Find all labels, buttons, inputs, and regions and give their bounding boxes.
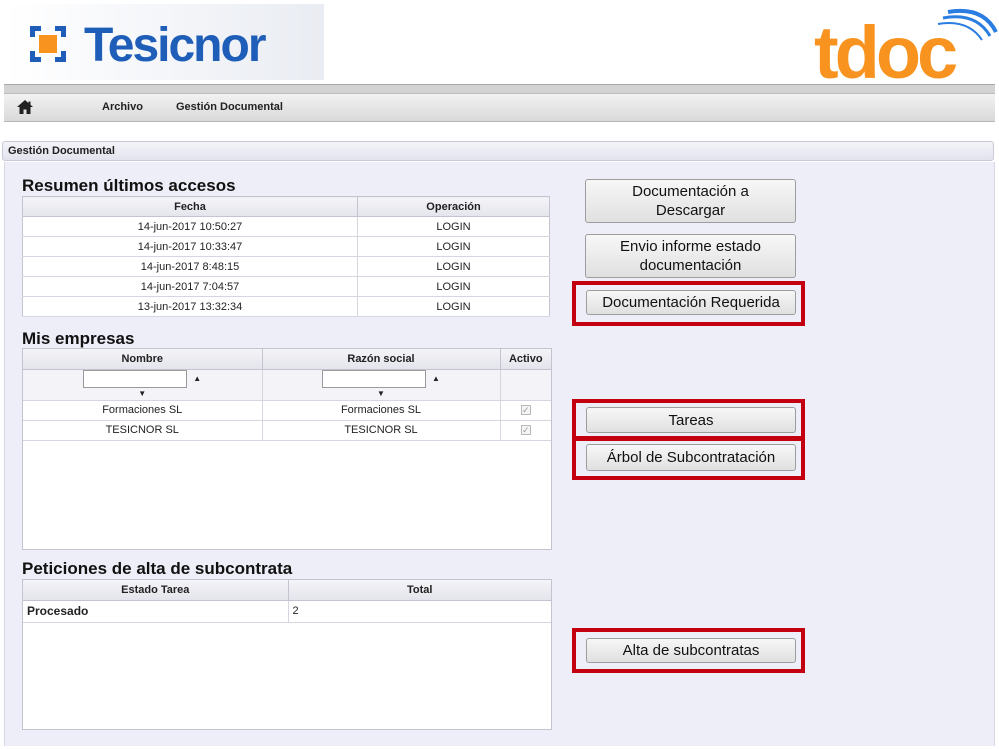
home-icon[interactable] xyxy=(16,99,34,115)
cell-fecha: 14-jun-2017 10:50:27 xyxy=(22,216,358,237)
accesos-table: Fecha Operación 14-jun-2017 10:50:27 LOG… xyxy=(22,196,550,317)
documentacion-requerida-button[interactable]: Documentación Requerida xyxy=(586,290,796,315)
empresas-title: Mis empresas xyxy=(22,329,135,348)
alta-subcontratas-button[interactable]: Alta de subcontratas xyxy=(586,638,796,663)
filter-input-nombre[interactable] xyxy=(83,369,188,388)
menu-item-gestion-documental[interactable]: Gestión Documental xyxy=(176,101,283,113)
tdoc-logo: tdoc xyxy=(814,9,998,84)
column-header-nombre[interactable]: Nombre xyxy=(23,349,263,370)
cell-total: 2 xyxy=(288,600,551,623)
peticiones-header-row: Estado Tarea Total xyxy=(23,580,551,601)
peticiones-table: Estado Tarea Total Procesado 2 xyxy=(23,580,551,623)
column-header-operacion[interactable]: Operación xyxy=(357,196,550,217)
table-row[interactable]: Formaciones SL Formaciones SL ✓ xyxy=(23,400,551,421)
button-label-line1: Envio informe estado xyxy=(620,238,761,255)
cell-razon-social: Formaciones SL xyxy=(262,400,501,421)
peticiones-grid: Estado Tarea Total Procesado 2 xyxy=(22,579,552,730)
app-header: Tesicnor tdoc xyxy=(0,0,999,84)
table-row[interactable]: 14-jun-2017 7:04:57 LOGIN xyxy=(22,276,550,297)
empresas-grid: Nombre Razón social Activo ▲ ▼ ▲ ▼ Formaci… xyxy=(22,348,552,550)
envio-informe-estado-button[interactable]: Envio informe estado documentación xyxy=(585,234,796,278)
table-row[interactable]: 14-jun-2017 10:33:47 LOGIN xyxy=(22,236,550,257)
column-header-total[interactable]: Total xyxy=(288,580,551,601)
tareas-button[interactable]: Tareas xyxy=(586,407,796,433)
button-label-line2: documentación xyxy=(639,257,742,274)
column-header-activo[interactable]: Activo xyxy=(500,349,551,370)
cell-activo: ✓ xyxy=(500,400,551,421)
table-row[interactable]: 13-jun-2017 13:32:34 LOGIN xyxy=(22,296,550,317)
empresas-filter-row: ▲ ▼ ▲ ▼ xyxy=(23,369,551,401)
section-header: Gestión Documental xyxy=(2,141,994,161)
table-row[interactable]: 14-jun-2017 8:48:15 LOGIN xyxy=(22,256,550,277)
cell-operacion: LOGIN xyxy=(357,276,550,297)
filter-cell-nombre: ▲ ▼ xyxy=(23,369,263,401)
header-divider xyxy=(4,84,995,94)
filter-input-razon-social[interactable] xyxy=(322,369,427,388)
cell-operacion: LOGIN xyxy=(357,216,550,237)
accesos-title: Resumen últimos accesos xyxy=(22,176,236,195)
cell-estado-tarea: Procesado xyxy=(23,600,289,623)
column-header-razon-social[interactable]: Razón social xyxy=(262,349,501,370)
section-title: Gestión Documental xyxy=(8,145,115,157)
documentacion-a-descargar-button[interactable]: Documentación a Descargar xyxy=(585,179,796,223)
cell-operacion: LOGIN xyxy=(357,256,550,277)
cell-fecha: 14-jun-2017 7:04:57 xyxy=(22,276,358,297)
tesicnor-logo: Tesicnor xyxy=(4,4,324,80)
cell-fecha: 13-jun-2017 13:32:34 xyxy=(22,296,358,317)
cell-activo: ✓ xyxy=(500,420,551,441)
column-header-fecha[interactable]: Fecha xyxy=(22,196,358,217)
cell-nombre: TESICNOR SL xyxy=(23,420,263,441)
cell-operacion: LOGIN xyxy=(357,296,550,317)
table-row[interactable]: TESICNOR SL TESICNOR SL ✓ xyxy=(23,420,551,441)
brand-name-right: tdoc xyxy=(814,11,956,84)
arbol-subcontratacion-button[interactable]: Árbol de Subcontratación xyxy=(586,444,796,471)
empresas-header-row: Nombre Razón social Activo xyxy=(23,349,551,370)
filter-cell-activo xyxy=(500,369,551,401)
menu-bar: Archivo Gestión Documental xyxy=(4,94,995,122)
cell-operacion: LOGIN xyxy=(357,236,550,257)
brand-name-left: Tesicnor xyxy=(84,19,266,72)
activo-checkbox: ✓ xyxy=(520,405,531,415)
menu-item-archivo[interactable]: Archivo xyxy=(102,101,143,113)
accesos-header-row: Fecha Operación xyxy=(22,196,550,217)
cell-nombre: Formaciones SL xyxy=(23,400,263,421)
table-row[interactable]: 14-jun-2017 10:50:27 LOGIN xyxy=(22,216,550,237)
filter-cell-razon-social: ▲ ▼ xyxy=(262,369,501,401)
peticiones-title: Peticiones de alta de subcontrata xyxy=(22,559,293,578)
cell-razon-social: TESICNOR SL xyxy=(262,420,501,441)
tesicnor-logo-icon xyxy=(30,26,66,62)
button-label-line2: Descargar xyxy=(655,202,726,219)
activo-checkbox: ✓ xyxy=(520,425,531,435)
table-row[interactable]: Procesado 2 xyxy=(23,600,551,623)
empresas-table: Nombre Razón social Activo ▲ ▼ ▲ ▼ Formaci… xyxy=(23,349,551,441)
button-label-line1: Documentación a xyxy=(632,183,749,200)
column-header-estado-tarea[interactable]: Estado Tarea xyxy=(23,580,289,601)
cell-fecha: 14-jun-2017 10:33:47 xyxy=(22,236,358,257)
cell-fecha: 14-jun-2017 8:48:15 xyxy=(22,256,358,277)
